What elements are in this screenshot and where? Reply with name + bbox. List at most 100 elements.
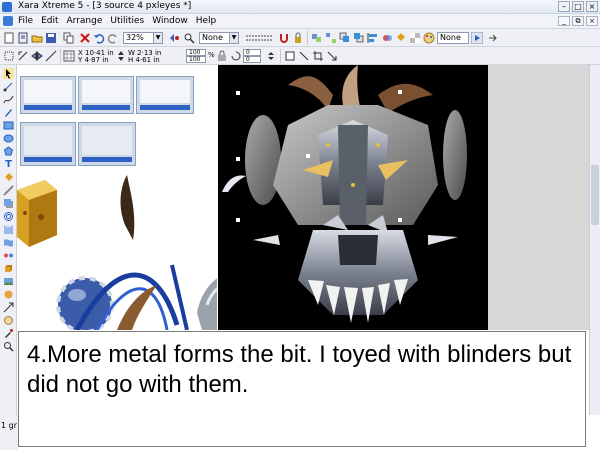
position-grid-icon[interactable]: [63, 50, 75, 62]
align-icon[interactable]: [367, 32, 379, 44]
line-style-value: None: [202, 33, 223, 42]
dragon-artwork[interactable]: [218, 65, 488, 330]
menu-arrange[interactable]: Arrange: [67, 16, 103, 26]
scroll-thumb[interactable]: [591, 165, 599, 225]
bring-front-icon[interactable]: [339, 32, 351, 44]
rotation-field[interactable]: 0: [243, 49, 261, 56]
new-page-icon[interactable]: [17, 32, 29, 44]
clipart-collage: [17, 175, 217, 330]
send-back-icon[interactable]: [353, 32, 365, 44]
spinner-icon[interactable]: [265, 50, 277, 62]
scale-width-field[interactable]: 100: [186, 49, 206, 56]
selection-handle[interactable]: [398, 90, 402, 94]
line-width-dropdown[interactable]: None ▼: [199, 32, 239, 44]
selection-bounds-icon[interactable]: [3, 50, 15, 62]
shape-editor-tool-icon[interactable]: [3, 81, 14, 92]
blend-tool-icon[interactable]: [3, 250, 14, 261]
maximize-button[interactable]: □: [572, 1, 584, 12]
transparency-icon[interactable]: [409, 32, 421, 44]
flip-icon[interactable]: [31, 50, 43, 62]
page-area-left[interactable]: [17, 65, 217, 330]
live-effects-tool-icon[interactable]: [3, 289, 14, 300]
zoom-previous-icon[interactable]: [168, 32, 180, 44]
shadow-tool-icon[interactable]: [3, 198, 14, 209]
mould-tool-icon[interactable]: [3, 237, 14, 248]
rectangle-tool-icon[interactable]: [3, 120, 14, 131]
play-icon[interactable]: [471, 32, 483, 44]
group-icon[interactable]: [311, 32, 323, 44]
rotate-handles-icon[interactable]: [17, 50, 29, 62]
scale-height-field[interactable]: 100: [186, 56, 206, 63]
height-field[interactable]: H 4·61 in: [128, 57, 160, 64]
new-doc-icon[interactable]: [3, 32, 15, 44]
open-folder-icon[interactable]: [31, 32, 43, 44]
undo-icon[interactable]: [93, 32, 105, 44]
menu-file[interactable]: File: [18, 16, 33, 26]
lock-icon[interactable]: [292, 32, 304, 44]
selection-handle[interactable]: [398, 218, 402, 222]
vertical-scrollbar[interactable]: [589, 65, 600, 415]
menu-utilities[interactable]: Utilities: [110, 16, 144, 26]
selection-handle[interactable]: [306, 154, 310, 158]
slice-tool-icon[interactable]: [3, 302, 14, 313]
helmet-image: [197, 278, 217, 330]
crop-icon[interactable]: [312, 50, 324, 62]
color-palette-icon[interactable]: [423, 32, 435, 44]
push-tool-icon[interactable]: [3, 315, 14, 326]
selection-handle[interactable]: [236, 91, 240, 95]
save-icon[interactable]: [45, 32, 57, 44]
fill-style-value: None: [440, 33, 461, 42]
lock-aspect-icon[interactable]: [216, 50, 228, 62]
extrude-tool-icon[interactable]: [3, 263, 14, 274]
combine-shapes-icon[interactable]: [381, 32, 393, 44]
caption-text: 4.More metal forms the bit. I toyed with…: [27, 341, 572, 398]
arrow-tool-icon[interactable]: [326, 50, 338, 62]
line-tool-icon[interactable]: [298, 50, 310, 62]
doc-restore-button[interactable]: ⧉: [572, 16, 584, 26]
pen-tool-icon[interactable]: [3, 107, 14, 118]
magnet-icon[interactable]: [278, 32, 290, 44]
title-bar: Xara Xtreme 5 - [3 source 4 pxleyes *] –…: [0, 0, 600, 14]
redo-icon[interactable]: [107, 32, 119, 44]
menu-help[interactable]: Help: [196, 16, 217, 26]
fill-tool-icon[interactable]: [3, 172, 14, 183]
color-picker-icon[interactable]: [3, 328, 14, 339]
rotation-icon[interactable]: [230, 50, 242, 62]
doc-minimize-button[interactable]: _: [558, 16, 570, 26]
menu-edit[interactable]: Edit: [41, 16, 58, 26]
selection-handle[interactable]: [236, 157, 240, 161]
minimize-button[interactable]: –: [558, 1, 570, 12]
quickshape-tool-icon[interactable]: [3, 146, 14, 157]
copy-icon[interactable]: [63, 32, 75, 44]
zoom-tool-left-icon[interactable]: [3, 341, 14, 352]
outline-square-icon[interactable]: [284, 50, 296, 62]
zoom-tool-icon[interactable]: [183, 32, 195, 44]
selection-handle[interactable]: [236, 218, 240, 222]
arrow-right-icon[interactable]: [487, 32, 499, 44]
fill-style-field[interactable]: None: [437, 32, 469, 44]
zoom-dropdown[interactable]: 32% ▼: [123, 32, 163, 44]
freehand-tool-icon[interactable]: [3, 94, 14, 105]
screenshot-thumbnail: [20, 122, 76, 166]
document-icon[interactable]: [3, 16, 13, 26]
spin-arrows-icon[interactable]: [117, 50, 125, 62]
close-button[interactable]: ×: [586, 1, 598, 12]
skew-field[interactable]: 0: [243, 56, 261, 63]
app-icon: [2, 2, 12, 12]
line-pattern-icon[interactable]: [244, 32, 274, 44]
doc-close-button[interactable]: ×: [586, 16, 598, 26]
ellipse-tool-icon[interactable]: [3, 133, 14, 144]
text-tool-icon[interactable]: T: [3, 159, 14, 170]
photo-tool-icon[interactable]: [3, 276, 14, 287]
y-position-field[interactable]: Y 4·87 in: [78, 57, 109, 64]
menu-window[interactable]: Window: [152, 16, 188, 26]
selector-tool-icon[interactable]: [3, 68, 14, 79]
transparency-tool-icon[interactable]: [3, 185, 14, 196]
bevel-tool-icon[interactable]: [3, 224, 14, 235]
scale-lines-icon[interactable]: [45, 50, 57, 62]
paint-bucket-icon[interactable]: [395, 32, 407, 44]
ungroup-icon[interactable]: [325, 32, 337, 44]
contour-tool-icon[interactable]: [3, 211, 14, 222]
caption-box: 4.More metal forms the bit. I toyed with…: [18, 331, 586, 447]
delete-icon[interactable]: [79, 32, 91, 44]
